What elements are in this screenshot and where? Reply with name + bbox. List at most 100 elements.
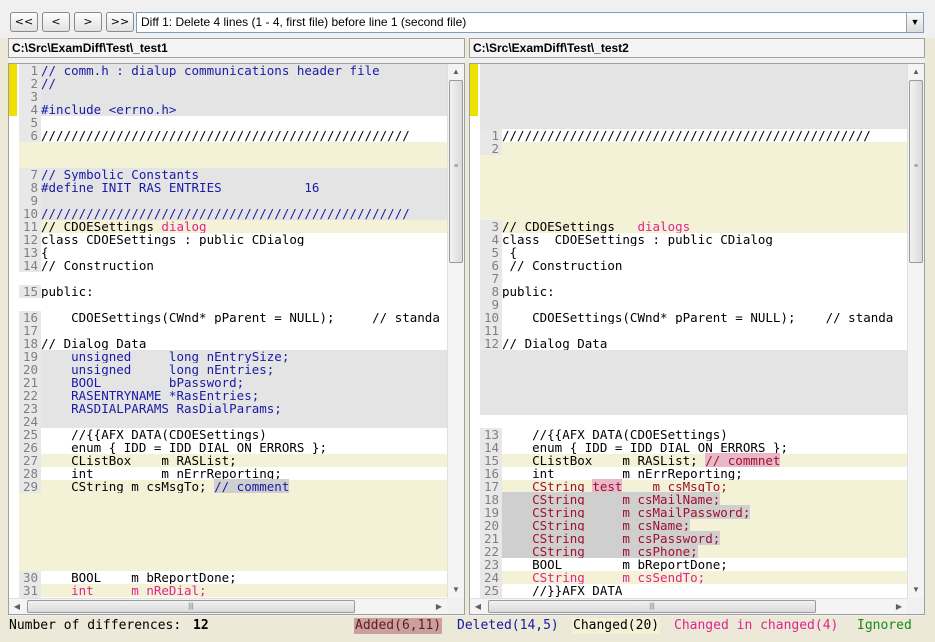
left-line: 8 #define INIT_RAS_ENTRIES 16 xyxy=(19,181,447,194)
line-number: 2 xyxy=(480,142,502,155)
line-code: // xyxy=(41,77,56,90)
line-code: #define INIT_RAS_ENTRIES 16 xyxy=(41,181,319,194)
right-line: 4 class CDOESettings : public CDialog xyxy=(480,233,907,246)
line-code: CString m_csMsgTo; // comment xyxy=(41,479,290,494)
line-code: public: xyxy=(502,285,555,298)
line-code: //}}AFX_DATA xyxy=(502,584,622,597)
code-segment: // comment xyxy=(214,479,290,494)
chevron-down-icon[interactable]: ▼ xyxy=(906,13,923,32)
left-line: 29 CString m_csMsgTo; // comment xyxy=(19,479,447,494)
last-diff-button[interactable]: >> xyxy=(106,12,134,32)
left-hscroll-thumb[interactable]: ||| xyxy=(27,600,355,613)
left-line xyxy=(19,545,447,558)
code-segment: // comm.h : dialup communications header… xyxy=(41,64,380,78)
left-code-lines[interactable]: 1// comm.h : dialup communications heade… xyxy=(19,64,447,598)
legend-added: Added(6,11) xyxy=(354,618,443,634)
right-file-path: C:\Src\ExamDiff\Test\_test2 xyxy=(469,38,925,58)
right-vscroll-thumb[interactable]: ≡ xyxy=(909,80,923,263)
line-number: 15 xyxy=(19,285,41,298)
right-line xyxy=(480,376,907,389)
code-segment: CString m_csMsgTo; xyxy=(41,479,215,494)
right-line: 8 public: xyxy=(480,285,907,298)
left-line: 4 #include <errno.h> xyxy=(19,103,447,116)
left-line xyxy=(19,493,447,506)
left-line xyxy=(19,532,447,545)
scroll-corner xyxy=(907,598,924,614)
legend-deleted: Deleted(14,5) xyxy=(457,618,559,633)
line-code: // Construction xyxy=(41,259,154,272)
left-line: 1// comm.h : dialup communications heade… xyxy=(19,64,447,77)
right-line xyxy=(480,103,907,116)
scroll-down-icon[interactable]: ▼ xyxy=(448,582,464,598)
status-bar: Number of differences: 12 Added(6,11) De… xyxy=(0,616,935,642)
legend-ignored: Ignored xyxy=(857,618,912,633)
left-line: 12 class CDOESettings : public CDialog xyxy=(19,233,447,246)
left-line: 6///////////////////////////////////////… xyxy=(19,129,447,142)
line-code: // Construction xyxy=(502,259,623,272)
code-segment: // xyxy=(41,76,57,91)
diff-count-label: Number of differences: xyxy=(9,618,182,633)
right-change-marker xyxy=(470,64,480,598)
next-diff-button[interactable]: > xyxy=(74,12,102,32)
right-horizontal-scrollbar[interactable]: ◀ ||| ▶ xyxy=(470,598,907,614)
line-number: 14 xyxy=(19,259,41,272)
scroll-right-icon[interactable]: ▶ xyxy=(431,599,447,614)
left-file-path: C:\Src\ExamDiff\Test\_test1 xyxy=(8,38,465,58)
code-segment: public: xyxy=(502,284,555,299)
right-line: 25 //}}AFX_DATA xyxy=(480,584,907,597)
right-line: 12// Dialog Data xyxy=(480,337,907,350)
line-number: 6 xyxy=(19,129,41,142)
line-code: #include <errno.h> xyxy=(41,103,176,116)
diff-select[interactable]: Diff 1: Delete 4 lines (1 - 4, first fil… xyxy=(136,12,924,33)
right-line: 1///////////////////////////////////////… xyxy=(480,129,907,142)
legend-changed-in-changed: Changed in changed(4) xyxy=(674,618,839,633)
scroll-up-icon[interactable]: ▲ xyxy=(908,64,924,80)
code-segment: RASDIALPARAMS RasDialParams; xyxy=(41,401,282,416)
right-line: 6 // Construction xyxy=(480,259,907,272)
line-code: ////////////////////////////////////////… xyxy=(41,129,410,142)
right-diff-view[interactable]: 1///////////////////////////////////////… xyxy=(469,63,925,615)
diff-select-value: Diff 1: Delete 4 lines (1 - 4, first fil… xyxy=(141,15,467,29)
code-segment: CDOESettings(CWnd* pParent = NULL); // s… xyxy=(41,310,440,325)
scroll-right-icon[interactable]: ▶ xyxy=(891,599,907,614)
right-line xyxy=(480,389,907,402)
right-line xyxy=(480,90,907,103)
left-vscroll-thumb[interactable]: ≡ xyxy=(449,80,463,263)
line-number: 29 xyxy=(19,480,41,493)
right-line xyxy=(480,194,907,207)
code-segment: CDOESettings(CWnd* pParent = NULL); // s… xyxy=(502,310,894,325)
right-line: 10 CDOESettings(CWnd* pParent = NULL); /… xyxy=(480,311,907,324)
scroll-left-icon[interactable]: ◀ xyxy=(470,599,486,614)
code-segment: //}}AFX_DATA xyxy=(502,583,623,598)
code-segment: public: xyxy=(41,284,94,299)
left-vertical-scrollbar[interactable]: ▲ ≡ ▼ xyxy=(447,64,464,598)
right-hscroll-thumb[interactable]: ||| xyxy=(488,600,816,613)
right-line xyxy=(480,155,907,168)
code-segment: // Dialog Data xyxy=(502,336,608,351)
left-line: 15 public: xyxy=(19,285,447,298)
left-horizontal-scrollbar[interactable]: ◀ ||| ▶ xyxy=(9,598,447,614)
left-line: 16 CDOESettings(CWnd* pParent = NULL); /… xyxy=(19,311,447,324)
prev-diff-button[interactable]: < xyxy=(42,12,70,32)
line-number: 12 xyxy=(480,337,502,350)
right-line: 2 xyxy=(480,142,907,155)
left-diff-view[interactable]: 1// comm.h : dialup communications heade… xyxy=(8,63,465,615)
right-line xyxy=(480,363,907,376)
right-vertical-scrollbar[interactable]: ▲ ≡ ▼ xyxy=(907,64,924,598)
right-line xyxy=(480,181,907,194)
left-line: 23 RASDIALPARAMS RasDialParams; xyxy=(19,402,447,415)
toolbar: << < > >> Diff 1: Delete 4 lines (1 - 4,… xyxy=(0,0,935,38)
right-code-lines[interactable]: 1///////////////////////////////////////… xyxy=(480,64,907,598)
left-line: 14// Construction xyxy=(19,259,447,272)
scroll-down-icon[interactable]: ▼ xyxy=(908,582,924,598)
right-line xyxy=(480,64,907,77)
right-line xyxy=(480,168,907,181)
scroll-left-icon[interactable]: ◀ xyxy=(9,599,25,614)
code-segment: class CDOESettings : public CDialog xyxy=(41,232,305,247)
scroll-up-icon[interactable]: ▲ xyxy=(448,64,464,80)
first-diff-button[interactable]: << xyxy=(10,12,38,32)
right-pane: C:\Src\ExamDiff\Test\_test2 1///////////… xyxy=(469,38,925,616)
line-code: RASDIALPARAMS RasDialParams; xyxy=(41,402,282,415)
code-segment: ////////////////////////////////////////… xyxy=(41,128,410,143)
code-segment: ////////////////////////////////////////… xyxy=(502,128,871,143)
